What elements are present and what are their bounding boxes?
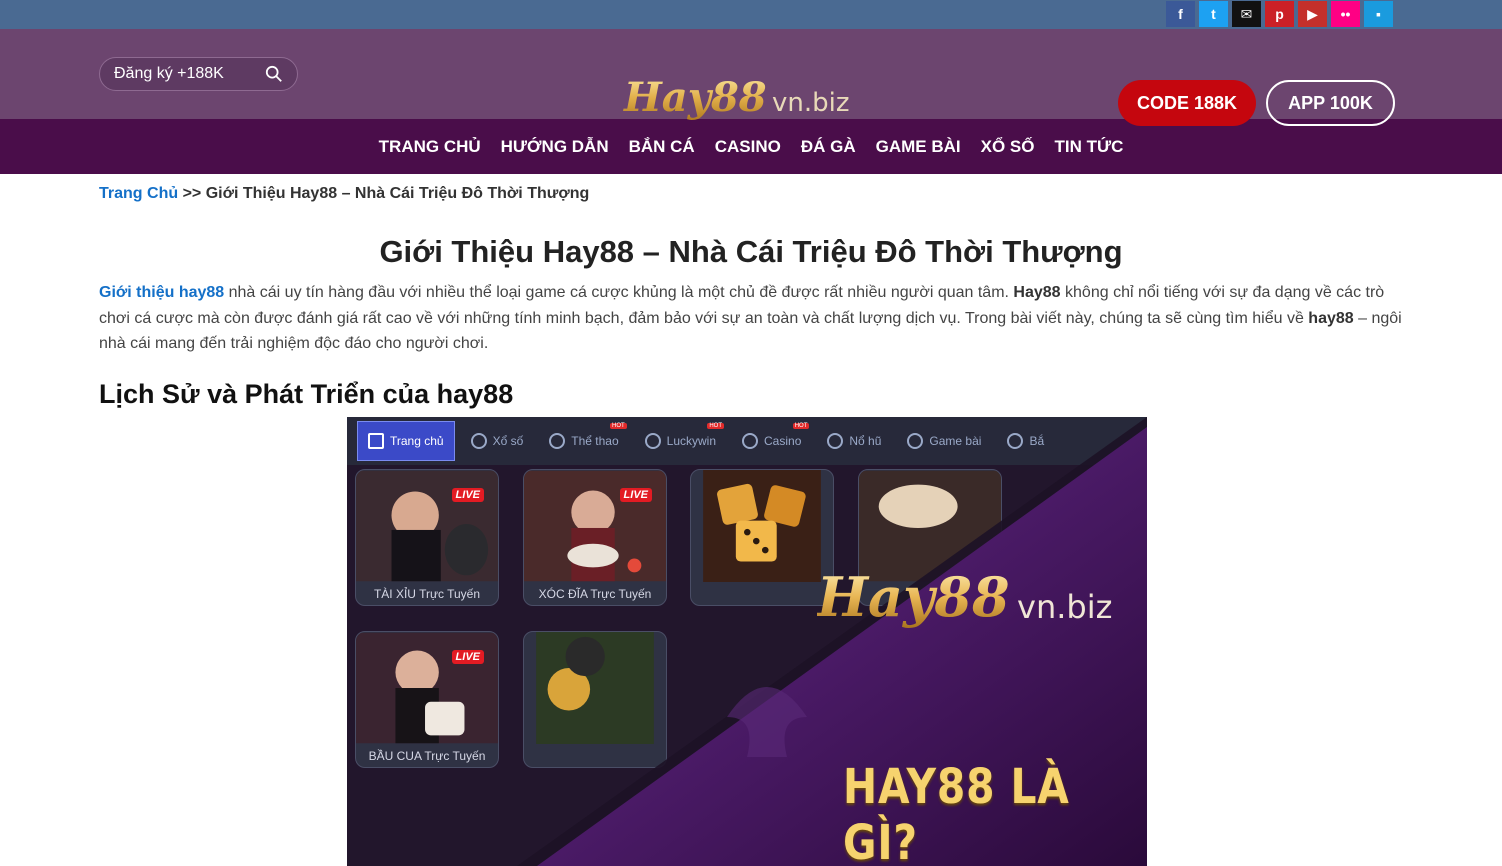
intro-text-1: nhà cái uy tín hàng đầu với nhiều thể lo… <box>224 284 1014 301</box>
email-icon[interactable]: ✉ <box>1232 1 1261 27</box>
nav-item-2[interactable]: BẮN CÁ <box>619 137 705 157</box>
hero-logo: Hay88 vn.biz <box>817 565 1112 629</box>
section-heading: Lịch Sử và Phát Triển của hay88 <box>99 378 514 409</box>
svg-text:vn.biz: vn.biz <box>1017 588 1112 626</box>
intro-paragraph: Giới thiệu hay88 nhà cái uy tín hàng đầu… <box>99 280 1403 357</box>
app-100k-button[interactable]: APP 100K <box>1266 80 1395 126</box>
pinterest-icon[interactable]: p <box>1265 1 1294 27</box>
twitter-icon[interactable]: t <box>1199 1 1228 27</box>
search-box[interactable]: Đăng ký +188K <box>99 57 298 91</box>
hero-headline: HAY88 LÀ GÌ? <box>843 759 1070 866</box>
intro-link[interactable]: Giới thiệu hay88 <box>99 284 224 301</box>
intro-bold-2: hay88 <box>1308 309 1354 327</box>
site-header: Đăng ký +188K Hay88 vn.biz CODE 188K APP… <box>0 29 1502 126</box>
hero-image: Trang chủ Xổ số Thể thao HOT Luckywin HOT Casi… <box>347 417 1147 866</box>
top-bar: f t ✉ p ▶ •• ▪ <box>0 0 1502 29</box>
nav-item-4[interactable]: ĐÁ GÀ <box>791 137 866 157</box>
nav-item-3[interactable]: CASINO <box>705 137 791 157</box>
search-icon[interactable] <box>265 65 283 83</box>
breadcrumb: Trang Chủ >> Giới Thiệu Hay88 – Nhà Cái … <box>99 185 1403 205</box>
svg-text:vn.biz: vn.biz <box>772 88 850 118</box>
nav-item-7[interactable]: TIN TỨC <box>1044 137 1133 157</box>
content: Trang Chủ >> Giới Thiệu Hay88 – Nhà Cái … <box>0 185 1502 410</box>
intro-bold-1: Hay88 <box>1013 284 1061 301</box>
facebook-icon[interactable]: f <box>1166 1 1195 27</box>
social-links: f t ✉ p ▶ •• ▪ <box>1166 1 1393 27</box>
breadcrumb-separator: >> <box>182 185 202 202</box>
chat-icon[interactable]: ▪ <box>1364 1 1393 27</box>
nav-item-6[interactable]: XỔ SỐ <box>971 137 1045 157</box>
nav-item-1[interactable]: HƯỚNG DẪN <box>491 137 619 157</box>
search-input[interactable]: Đăng ký +188K <box>114 65 265 83</box>
svg-text:Hay88: Hay88 <box>623 74 767 121</box>
breadcrumb-home-link[interactable]: Trang Chủ <box>99 185 178 202</box>
svg-text:Hay88: Hay88 <box>817 565 1010 629</box>
breadcrumb-current: Giới Thiệu Hay88 – Nhà Cái Triệu Đô Thời… <box>205 185 590 202</box>
youtube-icon[interactable]: ▶ <box>1298 1 1327 27</box>
flickr-icon[interactable]: •• <box>1331 1 1360 27</box>
nav-item-0[interactable]: TRANG CHỦ <box>369 137 491 157</box>
page-title: Giới Thiệu Hay88 – Nhà Cái Triệu Đô Thời… <box>379 234 1123 269</box>
site-logo[interactable]: Hay88 vn.biz <box>622 69 872 135</box>
code-188k-button[interactable]: CODE 188K <box>1118 80 1256 126</box>
nav-item-5[interactable]: GAME BÀI <box>866 137 971 157</box>
